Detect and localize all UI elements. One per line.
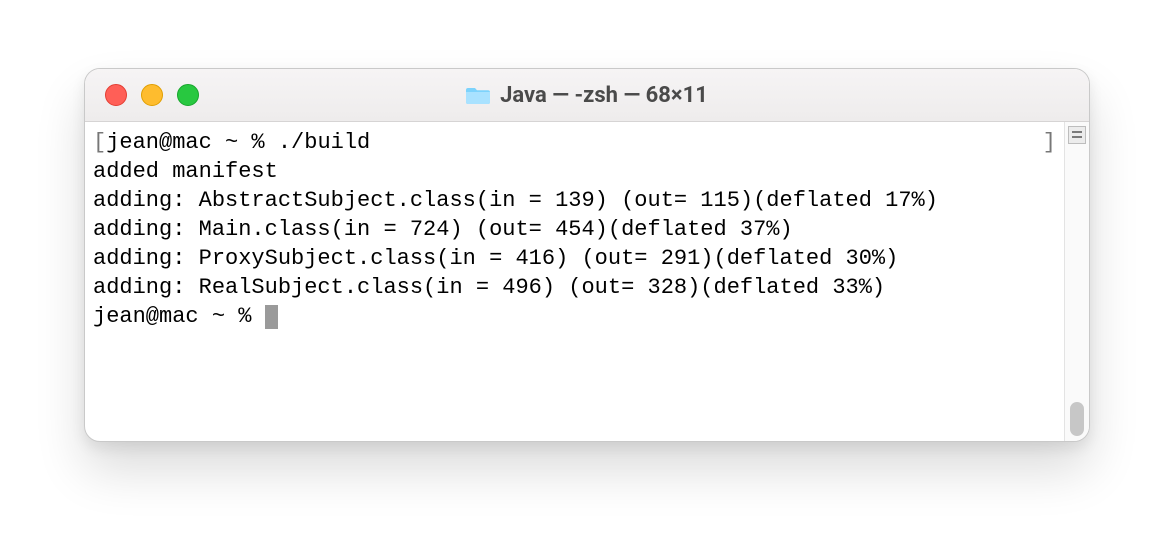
terminal-window: Java — -zsh — 68×11 [jean@mac ~ % ./buil… (84, 68, 1090, 442)
bracket-open: [ (93, 128, 106, 157)
bracket-close: ] (1043, 128, 1056, 157)
terminal-content[interactable]: [jean@mac ~ % ./build]added manifestaddi… (85, 122, 1064, 442)
scrollbar-top-icon[interactable] (1068, 126, 1086, 144)
zoom-button[interactable] (177, 84, 199, 106)
scrollbar-thumb[interactable] (1070, 402, 1084, 436)
prompt-line-1: [jean@mac ~ % ./build] (93, 128, 1056, 157)
window-controls (105, 84, 199, 106)
output-line: adding: RealSubject.class(in = 496) (out… (93, 273, 1056, 302)
output-line: adding: Main.class(in = 724) (out= 454)(… (93, 215, 1056, 244)
close-button[interactable] (105, 84, 127, 106)
cursor (265, 305, 278, 329)
folder-icon (466, 85, 490, 105)
window-title: Java — -zsh — 68×11 (466, 83, 708, 108)
output-line: adding: ProxySubject.class(in = 416) (ou… (93, 244, 1056, 273)
output-line: adding: AbstractSubject.class(in = 139) … (93, 186, 1056, 215)
minimize-button[interactable] (141, 84, 163, 106)
scrollbar[interactable] (1064, 122, 1089, 442)
prompt-2-text: jean@mac ~ % (93, 304, 265, 329)
terminal-area: [jean@mac ~ % ./build]added manifestaddi… (85, 122, 1089, 442)
titlebar[interactable]: Java — -zsh — 68×11 (85, 69, 1089, 122)
output-line: added manifest (93, 157, 1056, 186)
window-title-text: Java — -zsh — 68×11 (500, 83, 708, 108)
prompt-line-2: jean@mac ~ % (93, 302, 1056, 331)
prompt-1-text: jean@mac ~ % ./build (106, 128, 370, 157)
